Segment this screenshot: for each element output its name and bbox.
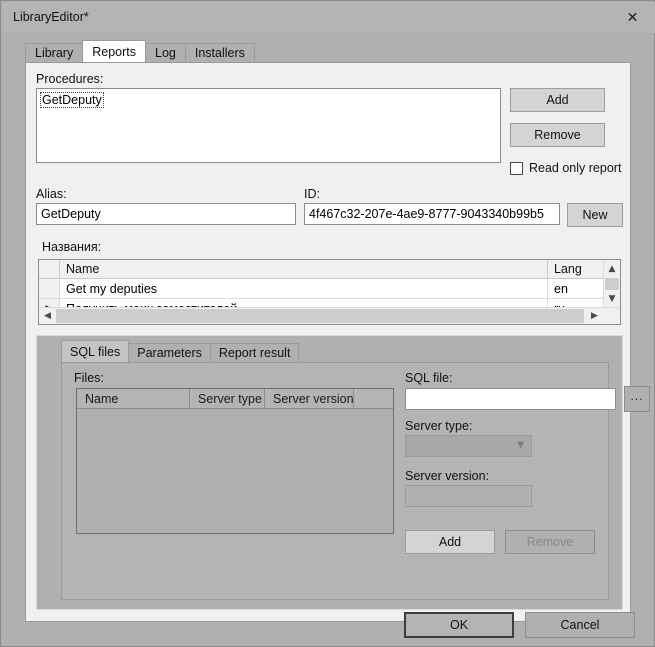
column-header-file-name[interactable]: Name [77, 389, 190, 408]
column-header-filler [354, 389, 393, 408]
main-tabstrip: Library Reports Log Installers [25, 40, 255, 62]
cell-name[interactable]: Get my deputies [60, 279, 548, 298]
names-grid-header: Name Lang [39, 260, 603, 279]
chevron-right-icon[interactable]: ▶ [586, 308, 603, 324]
id-label: ID: [304, 187, 320, 201]
read-only-report-checkbox[interactable]: Read only report [510, 161, 621, 175]
names-grid-hscrollbar[interactable]: ◀ ▶ [39, 307, 620, 324]
tab-report-result[interactable]: Report result [209, 343, 300, 362]
grid-corner-cell [39, 260, 60, 278]
procedures-listbox[interactable]: GetDeputy [36, 88, 501, 163]
tab-installers[interactable]: Installers [184, 43, 255, 62]
chevron-up-icon[interactable]: ▲ [604, 260, 620, 277]
chevron-down-icon[interactable]: ▼ [604, 290, 620, 307]
title-bar: LibraryEditor* ✕ [2, 2, 655, 33]
new-id-button[interactable]: New [567, 203, 623, 227]
column-header-server-type[interactable]: Server type [190, 389, 265, 408]
library-editor-window: LibraryEditor* ✕ Library Reports Log Ins… [0, 0, 655, 647]
files-grid-header: Name Server type Server version [77, 389, 393, 409]
procedures-label: Procedures: [36, 72, 104, 86]
ok-button[interactable]: OK [404, 612, 514, 638]
id-input[interactable]: 4f467c32-207e-4ae9-8777-9043340b99b5 [304, 203, 560, 225]
list-item[interactable]: GetDeputy [40, 92, 104, 108]
close-button[interactable]: ✕ [610, 2, 655, 33]
names-label: Названия: [42, 240, 102, 254]
server-version-label: Server version: [405, 469, 490, 483]
table-row[interactable]: Get my deputies en [39, 279, 603, 299]
server-type-select[interactable]: ▼ [405, 435, 532, 457]
chevron-down-icon: ▼ [517, 440, 524, 451]
remove-procedure-button[interactable]: Remove [510, 123, 605, 147]
sql-file-label: SQL file: [405, 371, 453, 385]
add-procedure-button[interactable]: Add [510, 88, 605, 112]
sql-tabstrip: SQL files Parameters Report result [61, 340, 300, 362]
tab-library[interactable]: Library [25, 43, 84, 62]
remove-sql-file-button[interactable]: Remove [505, 530, 595, 554]
checkbox-box [510, 161, 523, 175]
sql-file-input[interactable] [405, 388, 616, 410]
cancel-button[interactable]: Cancel [525, 612, 635, 638]
ellipsis-icon: ... [630, 389, 644, 403]
sql-files-panel: Files: Name Server type Server version S… [61, 362, 650, 600]
names-grid[interactable]: Name Lang Get my deputies en ▶ Получить … [38, 259, 621, 325]
files-label: Files: [74, 371, 104, 385]
files-grid[interactable]: Name Server type Server version [76, 388, 394, 534]
sql-groupbox: SQL files Parameters Report result Files… [36, 335, 650, 610]
vscroll-thumb[interactable] [605, 278, 619, 290]
alias-label: Alias: [36, 187, 67, 201]
column-header-server-version[interactable]: Server version [265, 389, 354, 408]
window-title: LibraryEditor* [13, 10, 89, 24]
column-header-lang[interactable]: Lang [548, 260, 603, 278]
cell-lang[interactable]: en [548, 279, 603, 298]
alias-input[interactable]: GetDeputy [36, 203, 296, 225]
tab-parameters[interactable]: Parameters [128, 343, 211, 362]
add-sql-file-button[interactable]: Add [405, 530, 495, 554]
browse-sql-file-button[interactable]: ... [624, 386, 650, 412]
row-header[interactable] [39, 279, 60, 298]
reports-tab-panel: Procedures: GetDeputy Add Remove Read on… [25, 62, 650, 622]
tab-reports[interactable]: Reports [82, 40, 146, 62]
close-icon: ✕ [626, 9, 639, 26]
tab-sql-files[interactable]: SQL files [61, 340, 130, 362]
server-version-input[interactable] [405, 485, 532, 507]
hscroll-thumb[interactable] [56, 309, 584, 323]
chevron-left-icon[interactable]: ◀ [39, 308, 56, 324]
column-header-name[interactable]: Name [60, 260, 548, 278]
read-only-report-label: Read only report [529, 161, 622, 175]
names-grid-vscrollbar[interactable]: ▲ ▼ [603, 260, 620, 307]
tab-log[interactable]: Log [145, 43, 186, 62]
server-type-label: Server type: [405, 419, 473, 433]
